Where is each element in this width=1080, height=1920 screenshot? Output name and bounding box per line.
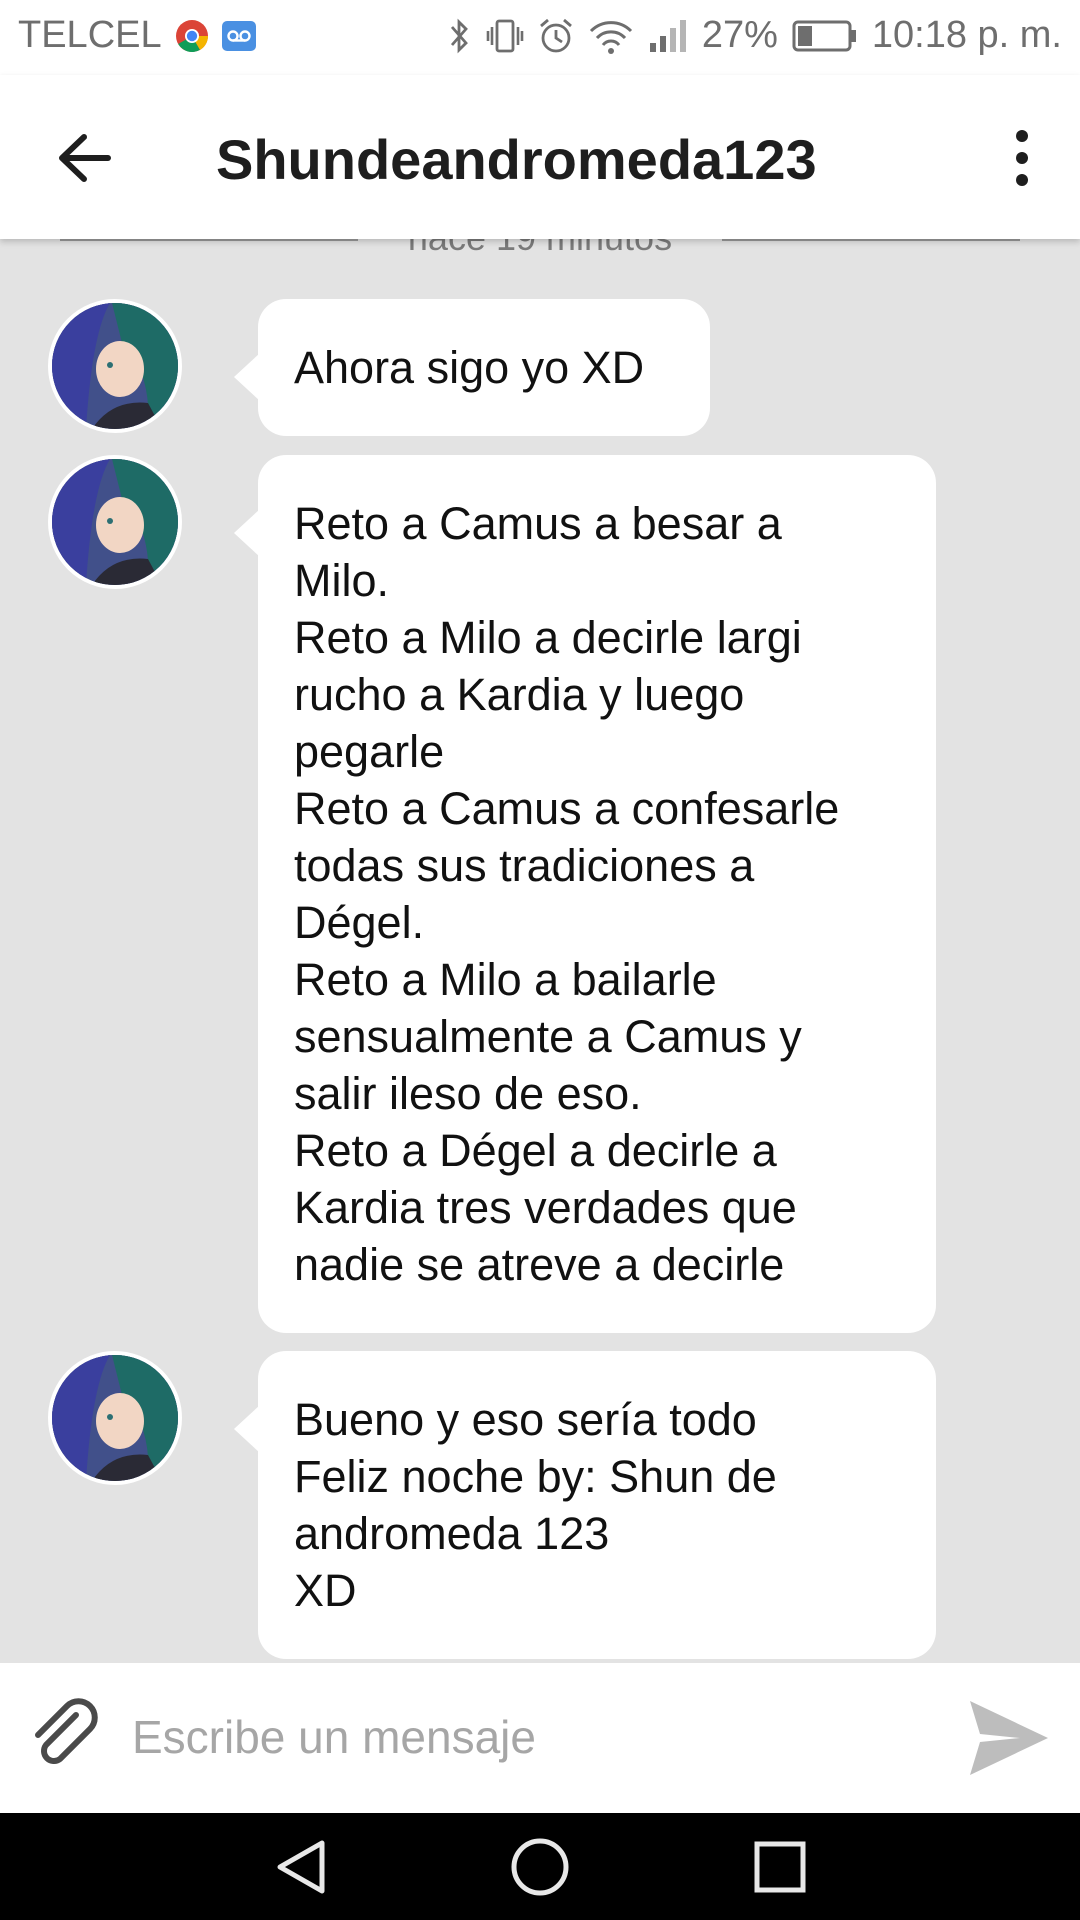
nav-home-button[interactable] <box>508 1835 572 1899</box>
more-options-button[interactable] <box>1002 123 1042 193</box>
message-line: Kardia tres verdades que <box>294 1182 797 1233</box>
avatar-image <box>52 303 178 429</box>
nav-home-icon <box>511 1838 569 1896</box>
avatar[interactable] <box>48 1351 182 1485</box>
alarm-icon <box>538 17 574 55</box>
avatar-image <box>52 1355 178 1481</box>
message-line: Reto a Camus a besar a <box>294 498 782 549</box>
message-line: salir ileso de eso. <box>294 1068 642 1119</box>
clock: 10:18 p. m. <box>871 14 1062 56</box>
bluetooth-icon <box>448 17 472 55</box>
message-line: Milo. <box>294 555 390 606</box>
arrow-left-icon <box>59 134 111 182</box>
message-line: Reto a Dégel a decirle a <box>294 1125 777 1176</box>
carrier-label: TELCEL <box>18 14 162 56</box>
message-line: Bueno y eso sería todo <box>294 1394 757 1445</box>
message-line: rucho a Kardia y luego <box>294 669 745 720</box>
message-line: Dégel. <box>294 897 425 948</box>
status-bar: TELCEL 27% 10:18 p. m. <box>0 0 1080 75</box>
battery-icon <box>792 19 858 53</box>
message-line: todas sus tradiciones a <box>294 840 755 891</box>
avatar[interactable] <box>48 299 182 433</box>
paperclip-icon <box>35 1698 98 1764</box>
send-button[interactable] <box>968 1697 1050 1779</box>
message-line: XD <box>294 1565 357 1616</box>
attach-button[interactable] <box>26 1697 106 1777</box>
nav-recents-icon <box>754 1841 806 1893</box>
chat-title: Shundeandromeda123 <box>216 128 817 191</box>
battery-percent: 27% <box>701 14 778 56</box>
timestamp-separator: hace 19 minutos <box>0 239 1080 259</box>
system-navigation-bar <box>0 1813 1080 1920</box>
message-line: Ahora sigo yo XD <box>294 342 645 393</box>
more-vert-icon <box>1016 130 1028 186</box>
message-bubble: Bueno y eso sería todo Feliz noche by: S… <box>234 1351 936 1659</box>
message-line: sensualmente a Camus y <box>294 1011 802 1062</box>
message-line: Feliz noche by: Shun de <box>294 1451 777 1502</box>
wifi-icon <box>588 17 634 55</box>
send-icon <box>970 1701 1048 1775</box>
voicemail-icon <box>221 20 256 51</box>
nav-back-button[interactable] <box>270 1835 334 1899</box>
message-line: pegarle <box>294 726 445 777</box>
signal-icon <box>648 17 688 55</box>
chat-header: Shundeandromeda123 <box>0 75 1080 239</box>
message-bubble: Ahora sigo yo XD <box>234 299 710 436</box>
vibrate-icon <box>486 17 524 55</box>
nav-recents-button[interactable] <box>748 1835 812 1899</box>
message-bubble: Reto a Camus a besar a Milo. Reto a Milo… <box>234 455 936 1333</box>
message-line: nadie se atreve a decirle <box>294 1239 785 1290</box>
message-line: Reto a Milo a decirle largi <box>294 612 802 663</box>
message-composer <box>0 1663 1080 1813</box>
back-button[interactable] <box>52 123 122 193</box>
avatar[interactable] <box>48 455 182 589</box>
message-line: Reto a Camus a confesarle <box>294 783 840 834</box>
message-line: andromeda 123 <box>294 1508 610 1559</box>
message-thread[interactable]: hace 19 minutos Ahora sigo yo XD Reto a … <box>0 239 1080 1663</box>
message-line: Reto a Milo a bailarle <box>294 954 717 1005</box>
chrome-icon <box>174 18 210 54</box>
nav-back-icon <box>277 1840 325 1894</box>
timestamp-divider-right <box>722 239 1020 241</box>
message-input[interactable] <box>132 1707 932 1767</box>
avatar-image <box>52 459 178 585</box>
